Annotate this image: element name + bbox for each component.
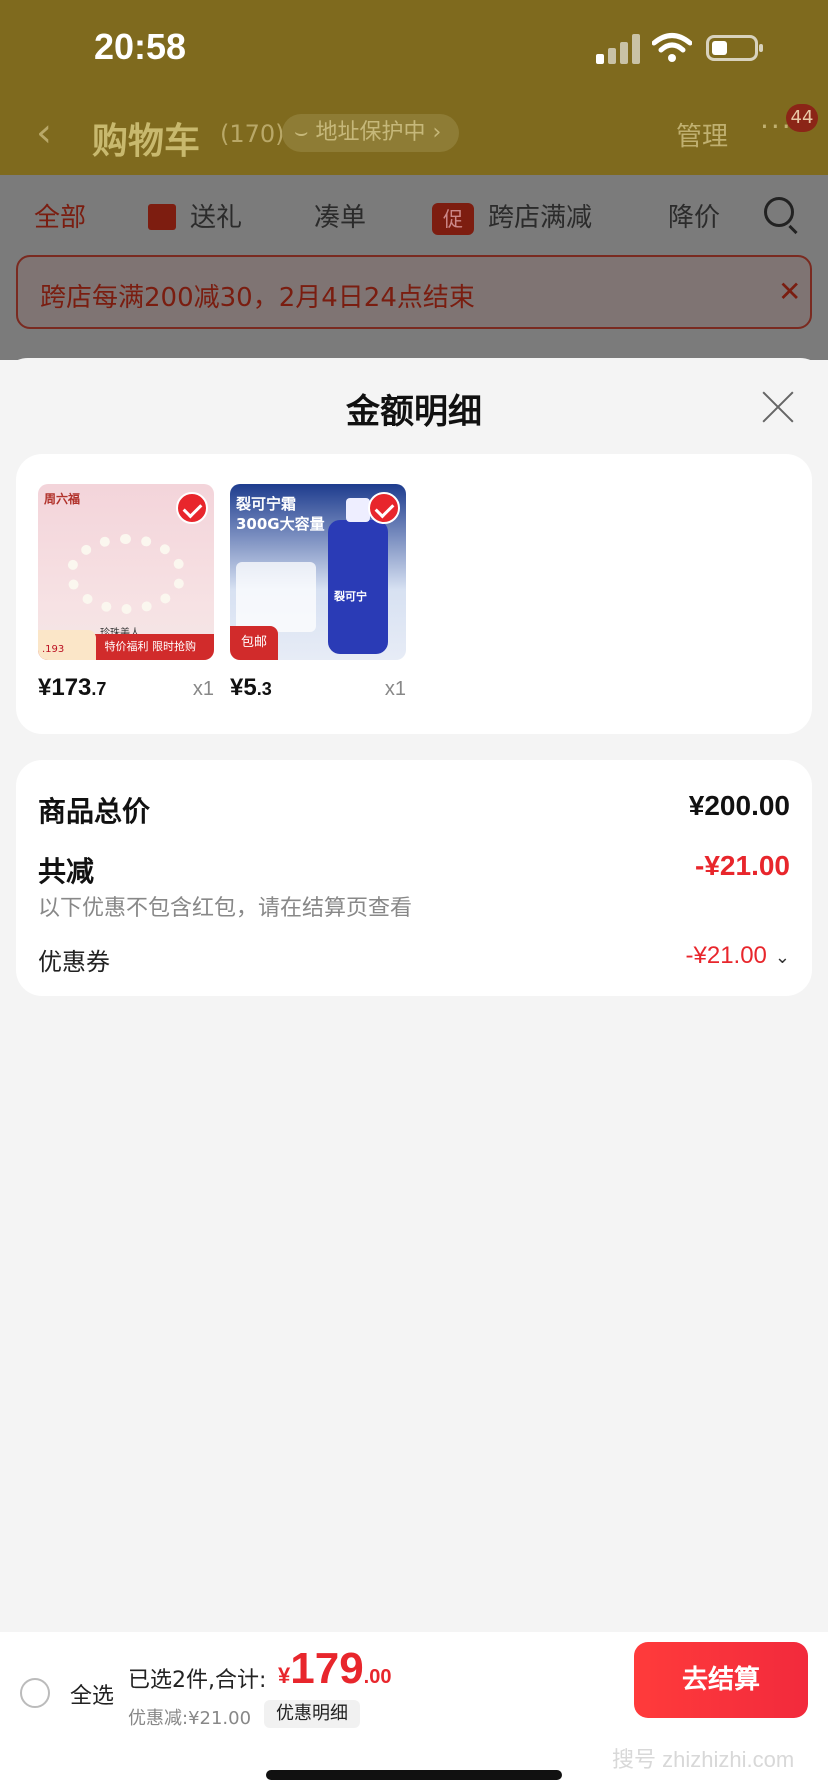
search-icon[interactable] [764, 197, 794, 227]
gift-icon [148, 204, 176, 230]
checkout-button[interactable]: 去结算 [634, 1642, 808, 1718]
discount-summary: 优惠减:¥21.00 [128, 1708, 252, 1729]
discount-detail-button[interactable]: 优惠明细 [264, 1700, 360, 1728]
brand-logo: 周六福 [44, 492, 81, 506]
back-icon[interactable]: ‹ [36, 110, 52, 156]
tab-gift[interactable]: 送礼 [148, 197, 242, 234]
discount-label: 共减 [38, 855, 95, 888]
cart-count: (170) [220, 120, 285, 148]
discount-note: 以下优惠不包含红包，请在结算页查看 [38, 896, 413, 921]
selected-summary: 已选2件,合计: [128, 1668, 267, 1693]
manage-button[interactable]: 管理 [676, 116, 728, 153]
feature-panel [236, 562, 316, 632]
price-summary-card: 商品总价 ¥200.00 共减 -¥21.00 以下优惠不包含红包，请在结算页查… [16, 760, 812, 996]
product-image: 裂可宁霜 300G大容量 裂可宁 包邮 [230, 484, 406, 660]
product-image: 周六福 珍珠美人 特价福利 限时抢购 .193 [38, 484, 214, 660]
page-title: 购物车 [92, 121, 201, 162]
battery-icon [706, 35, 763, 61]
list-item[interactable]: 裂可宁霜 300G大容量 裂可宁 包邮 ¥5.3 x1 [230, 484, 406, 701]
product-headline: 裂可宁霜 300G大容量 [236, 495, 325, 533]
promo-text: 跨店每满200减30，2月4日24点结束 [40, 283, 475, 313]
amount-detail-sheet: 金额明细 周六福 珍珠美人 特价福利 限时抢购 .193 ¥173.7 x1 裂… [0, 358, 828, 1792]
nav-bar: ‹ 购物车 (170) ⌣ 地址保护中 › 管理 ··· 44 [0, 100, 828, 175]
close-icon[interactable] [760, 388, 796, 424]
item-price: ¥5.3 [230, 674, 272, 701]
total-value: ¥200.00 [688, 790, 790, 821]
checked-icon [176, 492, 208, 524]
item-price: ¥173.7 [38, 674, 107, 701]
promo-icon: 促 [432, 203, 474, 235]
checkout-bar: 全选 已选2件,合计: ¥179.00 优惠减:¥21.00 优惠明细 去结算 … [0, 1632, 828, 1792]
price-tag: .193 [38, 630, 96, 660]
sheet-title: 金额明细 [346, 392, 482, 432]
tab-price-drop[interactable]: 降价 [668, 197, 720, 234]
select-all-radio[interactable] [20, 1678, 50, 1708]
checked-icon [368, 492, 400, 524]
chevron-down-icon: ⌄ [774, 947, 790, 967]
total-price: ¥179.00 [278, 1644, 392, 1693]
watermark: 搜号 zhizhizhi.com [612, 1747, 795, 1772]
filter-area: 全部 送礼 凑单 促跨店满减 降价 跨店每满200减30，2月4日24点结束 ✕ [0, 175, 828, 360]
status-time: 20:58 [94, 26, 187, 67]
discount-value: -¥21.00 [695, 850, 790, 881]
item-qty: x1 [192, 678, 214, 700]
total-label: 商品总价 [38, 795, 151, 828]
wifi-icon [652, 33, 692, 62]
pearl-bracelet-image [66, 534, 186, 614]
address-protect-pill[interactable]: ⌣ 地址保护中 › [282, 114, 460, 152]
select-all-label[interactable]: 全选 [70, 1678, 114, 1710]
selected-items-card: 周六福 珍珠美人 特价福利 限时抢购 .193 ¥173.7 x1 裂可宁霜 3… [16, 454, 812, 734]
status-bar: 20:58 [0, 0, 828, 100]
list-item[interactable]: 周六福 珍珠美人 特价福利 限时抢购 .193 ¥173.7 x1 [38, 484, 214, 701]
item-qty: x1 [384, 678, 406, 700]
message-badge: 44 [786, 104, 818, 132]
promo-banner: 跨店每满200减30，2月4日24点结束 ✕ [16, 255, 812, 329]
tab-cross-store[interactable]: 促跨店满减 [432, 197, 592, 235]
bottle-image: 裂可宁 [328, 498, 388, 654]
tab-all[interactable]: 全部 [34, 197, 86, 234]
close-icon[interactable]: ✕ [778, 275, 801, 308]
free-shipping-tag: 包邮 [230, 626, 278, 660]
coupon-label: 优惠券 [38, 948, 110, 976]
home-indicator [266, 1770, 562, 1780]
tab-bundle[interactable]: 凑单 [314, 197, 366, 234]
cellular-signal-icon [596, 34, 640, 64]
coupon-value[interactable]: -¥21.00 ⌄ [686, 942, 791, 970]
